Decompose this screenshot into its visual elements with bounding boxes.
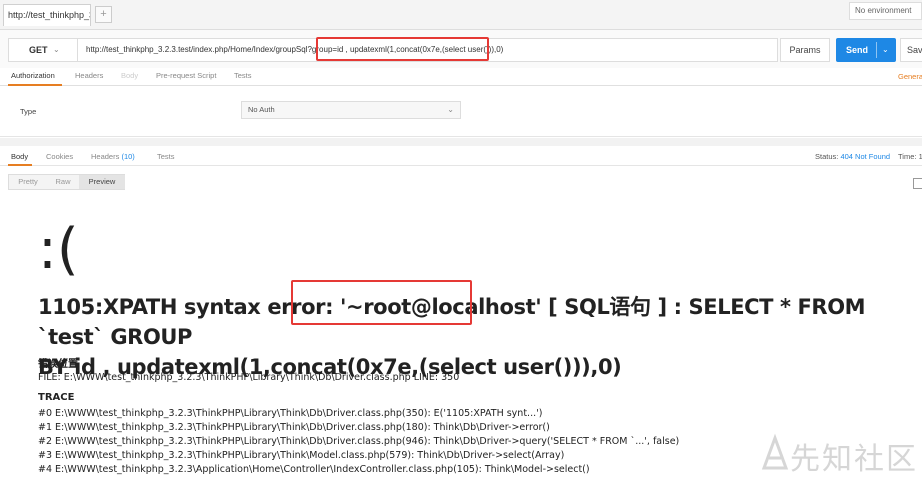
status-label: Status: — [815, 152, 839, 161]
auth-type-label: Type — [20, 107, 37, 116]
tab-body[interactable]: Body — [121, 71, 138, 80]
error-message: 1105:XPATH syntax error: '~root@localhos… — [38, 292, 918, 382]
view-preview-button[interactable]: Preview — [79, 175, 125, 189]
active-tab-indicator — [8, 164, 32, 166]
error-highlight-box — [291, 280, 472, 325]
watermark: 先知社区 — [760, 428, 922, 479]
method-label: GET — [29, 45, 48, 55]
tab-response-body[interactable]: Body — [11, 152, 28, 161]
trace-title: TRACE — [38, 392, 75, 403]
sad-face: :( — [38, 217, 79, 282]
tab-response-cookies[interactable]: Cookies — [46, 152, 73, 161]
tab-tests[interactable]: Tests — [234, 71, 252, 80]
tab-authorization[interactable]: Authorization — [11, 71, 55, 80]
time-value: 1 — [918, 152, 922, 161]
chevron-down-icon[interactable]: ⌄ — [882, 38, 889, 62]
view-pretty-button[interactable]: Pretty — [9, 175, 47, 189]
headers-label: Headers — [91, 152, 120, 161]
status-value: 404 Not Found — [840, 152, 891, 161]
request-tab-title: http://test_thinkphp_3.2.3 — [8, 10, 90, 20]
copy-icon[interactable] — [913, 178, 922, 189]
auth-type-value: No Auth — [248, 105, 275, 114]
send-button[interactable]: Send ⌄ — [836, 38, 896, 62]
error-line-1: 1105:XPATH syntax error: '~root@localhos… — [38, 295, 866, 349]
active-tab-indicator — [8, 84, 62, 86]
send-label: Send — [846, 45, 869, 55]
response-separator — [0, 138, 922, 146]
watermark-text: 先知社区 — [790, 442, 918, 477]
trace-line: #4 E:\WWW\test_thinkphp_3.2.3\Applicatio… — [38, 464, 590, 475]
method-select[interactable]: GET ⌄ — [8, 38, 78, 62]
time-label: Time: — [898, 152, 917, 161]
url-highlight-box — [316, 37, 489, 61]
send-divider — [876, 42, 877, 58]
trace-line: #1 E:\WWW\test_thinkphp_3.2.3\ThinkPHP\L… — [38, 422, 550, 433]
view-raw-button[interactable]: Raw — [47, 175, 79, 189]
environment-select[interactable]: No environment — [849, 2, 922, 20]
auth-type-select[interactable]: No Auth ⌄ — [241, 101, 461, 119]
chevron-down-icon: ⌄ — [53, 45, 60, 54]
response-tabs: Body Cookies Headers (10) Tests Status: … — [0, 146, 922, 166]
tab-response-headers[interactable]: Headers (10) — [91, 152, 135, 161]
generate-code-link[interactable]: Genera — [898, 72, 922, 81]
request-tab[interactable]: http://test_thinkphp_3.2.3 — [3, 4, 91, 26]
view-mode-group: Pretty Raw Preview — [8, 174, 125, 190]
auth-panel: Type No Auth ⌄ — [0, 87, 922, 137]
save-button[interactable]: Sav — [900, 38, 922, 62]
trace-line: #2 E:\WWW\test_thinkphp_3.2.3\ThinkPHP\L… — [38, 436, 680, 447]
headers-count: (10) — [121, 152, 135, 161]
location-title: 错误位置 — [38, 359, 78, 370]
trace-line: #3 E:\WWW\test_thinkphp_3.2.3\ThinkPHP\L… — [38, 450, 565, 461]
watermark-logo-icon — [761, 433, 789, 470]
new-tab-button[interactable]: + — [95, 6, 112, 23]
tab-pre-request-script[interactable]: Pre-request Script — [156, 71, 216, 80]
chevron-down-icon: ⌄ — [447, 105, 454, 114]
trace-line: #0 E:\WWW\test_thinkphp_3.2.3\ThinkPHP\L… — [38, 408, 543, 419]
params-button[interactable]: Params — [780, 38, 830, 62]
status-readout: Status: 404 Not Found — [815, 152, 890, 161]
tab-strip: http://test_thinkphp_3.2.3 + No environm… — [0, 0, 922, 30]
request-tabs: Authorization Headers Body Pre-request S… — [0, 68, 922, 86]
plus-icon: + — [100, 8, 107, 20]
location-detail: FILE: E:\WWW\test_thinkphp_3.2.3\ThinkPH… — [38, 372, 460, 383]
tab-headers[interactable]: Headers — [75, 71, 103, 80]
tab-response-tests[interactable]: Tests — [157, 152, 175, 161]
time-readout: Time: 1 — [898, 152, 922, 161]
